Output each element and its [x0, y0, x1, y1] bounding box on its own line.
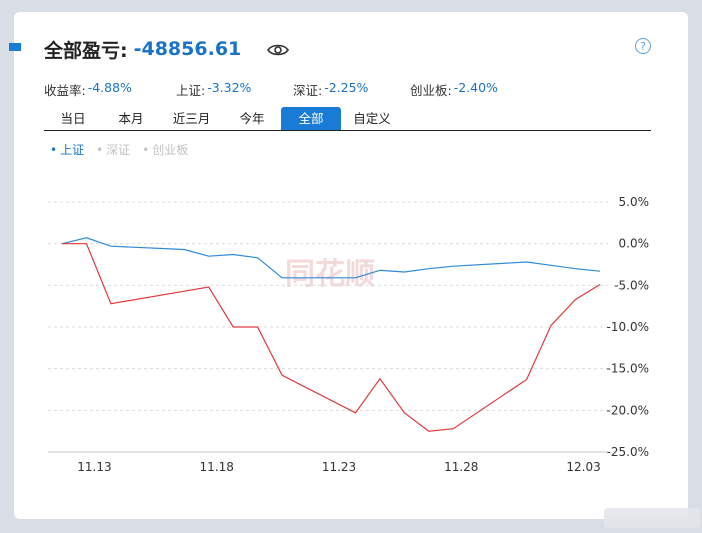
chart-grid [48, 201, 608, 411]
y-tick-label: -25.0% [607, 445, 649, 459]
watermark-text: 同花顺 [285, 257, 375, 292]
x-tick-label: 11.23 [322, 460, 356, 474]
y-tick-label: -20.0% [607, 403, 649, 417]
x-tick-label: 11.13 [77, 460, 111, 474]
x-tick-label: 12.03 [566, 460, 600, 474]
watermark-badge [604, 508, 700, 528]
profit-chart: 同花顺 5.0% 0.0% -5.0% -10.0% -15.0% -20.0% -25.0… [48, 195, 649, 474]
y-tick-label: -15.0% [607, 362, 649, 376]
y-axis-ticks: 5.0% 0.0% -5.0% -10.0% -15.0% -20.0% -25.0% [607, 195, 649, 459]
x-axis-ticks: 11.13 11.18 11.23 11.28 12.03 [77, 460, 600, 474]
y-tick-label: -10.0% [607, 320, 649, 334]
x-tick-label: 11.28 [444, 460, 478, 474]
y-tick-label: 0.0% [619, 237, 650, 251]
y-tick-label: 5.0% [619, 195, 650, 209]
x-tick-label: 11.18 [200, 460, 234, 474]
y-tick-label: -5.0% [614, 278, 649, 292]
